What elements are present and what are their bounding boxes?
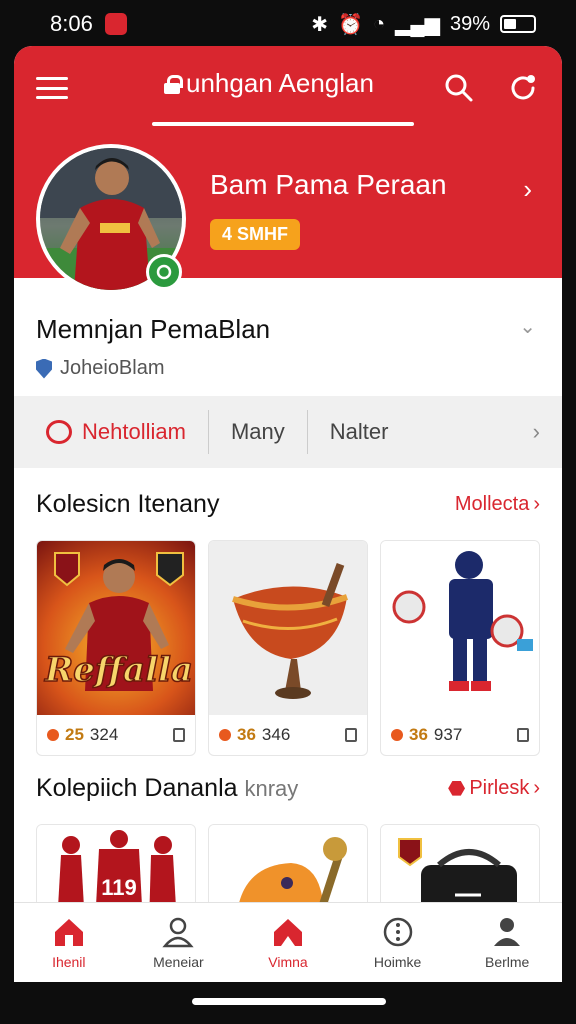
section-title-suffix: knray bbox=[244, 775, 299, 801]
player-card-image: Reffalla bbox=[37, 541, 195, 715]
profile-name: Bam Pama Peraan bbox=[210, 168, 447, 200]
tab-bar: Nehtolliam Many Nalter › bbox=[14, 396, 562, 468]
see-more-label: Mollecta bbox=[454, 492, 530, 515]
coin-icon bbox=[219, 729, 231, 741]
avatar[interactable] bbox=[36, 144, 186, 294]
notification-app-icon bbox=[104, 13, 127, 35]
player-info[interactable]: Memnjan PemaBlan JoheioBlam ⌄ bbox=[36, 278, 540, 396]
alarm-status-icon: ⏰ bbox=[338, 13, 363, 36]
info-icon bbox=[381, 916, 415, 948]
card-price: 36 bbox=[409, 725, 428, 744]
card-code: 324 bbox=[89, 725, 119, 744]
card-title-text: Reffalla bbox=[44, 650, 193, 690]
section-title: Kolepiich Dananla knray bbox=[36, 774, 298, 803]
home-icon bbox=[52, 916, 86, 948]
refresh-icon bbox=[511, 75, 535, 100]
chevron-right-icon[interactable]: › bbox=[523, 174, 532, 205]
bookmark-icon[interactable] bbox=[517, 728, 529, 742]
item-card-image bbox=[209, 541, 367, 715]
figure-card-image bbox=[381, 541, 539, 715]
card-code: 937 bbox=[433, 725, 463, 744]
tab-nalter[interactable]: Nalter bbox=[308, 410, 411, 454]
coin-icon bbox=[391, 729, 403, 741]
app-screen: unhgan Aenglan Bam Pama Peraan 4 SMHF › … bbox=[14, 46, 562, 982]
card-code: 346 bbox=[261, 725, 291, 744]
nav-label: Vimna bbox=[268, 953, 308, 970]
shield-icon bbox=[36, 358, 52, 379]
search-icon bbox=[445, 74, 473, 102]
title-underline bbox=[152, 122, 414, 126]
collection-card[interactable]: 36 937 bbox=[380, 540, 540, 756]
battery-icon bbox=[500, 15, 536, 33]
see-more-label: Pirlesk bbox=[469, 776, 530, 799]
profile-row[interactable]: Bam Pama Peraan 4 SMHF › bbox=[36, 144, 540, 294]
bluetooth-icon: ✱ bbox=[311, 13, 329, 36]
collection-section: Kolesicn Itenany Mollecta › Reffalla 25 … bbox=[14, 468, 562, 756]
bookmark-icon[interactable] bbox=[345, 728, 357, 742]
status-time: 8:06 bbox=[50, 11, 93, 36]
see-more-link[interactable]: Mollecta › bbox=[455, 493, 540, 516]
tab-label: Nehtolliam bbox=[82, 419, 186, 444]
collection-section: Kolepiich Dananla knray ⬣ Pirlesk › 119 bbox=[14, 756, 562, 926]
collection-card[interactable]: Reffalla 25 324 bbox=[36, 540, 196, 756]
tab-many[interactable]: Many bbox=[209, 410, 307, 454]
lock-icon bbox=[164, 74, 183, 94]
tab-nehtolliam[interactable]: Nehtolliam bbox=[36, 410, 208, 454]
nav-info[interactable]: Hoimke bbox=[343, 903, 453, 982]
nav-store[interactable]: Vimna bbox=[233, 903, 343, 982]
card-price: 25 bbox=[65, 725, 84, 744]
battery-percent: 39% bbox=[449, 12, 490, 35]
person-icon bbox=[161, 916, 195, 948]
menu-icon[interactable] bbox=[36, 77, 68, 99]
chevron-right-icon: › bbox=[533, 492, 540, 515]
bookmark-icon[interactable] bbox=[173, 728, 185, 742]
collection-card[interactable]: 36 346 bbox=[208, 540, 368, 756]
nav-label: Hoimke bbox=[373, 953, 422, 970]
player-title: Memnjan PemaBlan bbox=[36, 314, 271, 344]
wifi-icon: ◔ bbox=[372, 12, 386, 35]
signal-icon: ▂▄▆ bbox=[395, 13, 440, 36]
home-indicator[interactable] bbox=[192, 998, 386, 1005]
store-icon bbox=[271, 916, 305, 948]
section-title: Kolesicn Itenany bbox=[36, 489, 220, 518]
account-icon bbox=[490, 916, 524, 948]
card-price: 36 bbox=[237, 725, 256, 744]
notifications-button[interactable] bbox=[506, 71, 540, 105]
bottom-nav: Ihenil Meneiar Vimna Hoimke Berlme bbox=[14, 902, 562, 982]
nav-profile[interactable]: Meneiar bbox=[124, 903, 234, 982]
profile-header: unhgan Aenglan Bam Pama Peraan 4 SMHF › bbox=[14, 46, 562, 294]
alarm-clock-icon bbox=[46, 420, 72, 444]
section-title-main: Kolepiich Dananla bbox=[36, 773, 238, 802]
search-button[interactable] bbox=[442, 71, 476, 105]
pin-icon: ⬣ bbox=[447, 777, 466, 800]
jersey-number-text: 119 bbox=[101, 875, 137, 900]
nav-account[interactable]: Berlme bbox=[452, 903, 562, 982]
tab-label: Many bbox=[230, 419, 285, 444]
see-more-link[interactable]: ⬣ Pirlesk › bbox=[448, 776, 540, 801]
nav-label: Ihenil bbox=[52, 953, 86, 970]
top-app-bar: unhgan Aenglan bbox=[14, 46, 562, 130]
status-bar: 8:06 ✱ ⏰ ◔ ▂▄▆ 39% bbox=[0, 0, 576, 48]
level-badge: 4 SMHF bbox=[210, 218, 301, 250]
tab-label: Nalter bbox=[329, 419, 389, 444]
chevron-right-icon: › bbox=[533, 776, 540, 799]
nav-label: Berlme bbox=[484, 953, 530, 970]
chevron-down-icon[interactable]: ⌄ bbox=[519, 314, 536, 339]
app-title-text: unhgan Aenglan bbox=[186, 68, 374, 98]
player-subtitle: JoheioBlam bbox=[60, 357, 165, 379]
nav-label: Meneiar bbox=[153, 953, 204, 970]
chevron-right-icon[interactable]: › bbox=[533, 419, 540, 445]
coin-icon bbox=[47, 729, 59, 741]
app-title: unhgan Aenglan bbox=[164, 68, 374, 99]
nav-home[interactable]: Ihenil bbox=[14, 903, 124, 982]
